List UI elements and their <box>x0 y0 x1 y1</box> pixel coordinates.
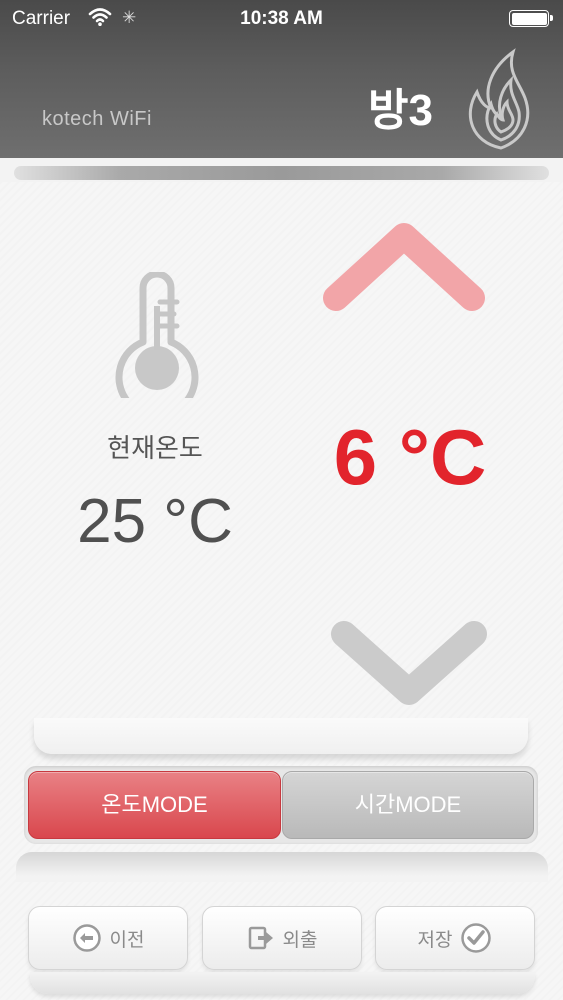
section-divider <box>16 852 548 882</box>
room-title: 방3 <box>368 86 433 135</box>
away-button[interactable]: 외출 <box>202 906 362 970</box>
chevron-down-icon[interactable] <box>328 612 490 712</box>
current-temp-value: 25 °C <box>77 487 233 556</box>
current-temp-label: 현재온도 <box>107 433 203 463</box>
thermometer-icon <box>115 272 199 398</box>
check-icon <box>461 923 492 953</box>
save-button[interactable]: 저장 <box>375 906 535 970</box>
save-button-label: 저장 <box>417 929 453 951</box>
prev-button-label: 이전 <box>109 929 145 951</box>
header-shadow <box>14 166 549 180</box>
section-divider <box>34 718 528 754</box>
flame-icon <box>468 48 530 150</box>
prev-button[interactable]: 이전 <box>28 906 188 970</box>
chevron-up-icon[interactable] <box>318 214 490 322</box>
away-button-label: 외출 <box>282 929 318 951</box>
bottom-bar-edge <box>30 972 535 994</box>
status-bar: Carrier ✳ 10:38 AM <box>0 0 563 38</box>
exit-icon <box>248 926 273 950</box>
time-mode-button[interactable]: 시간MODE <box>282 771 534 839</box>
status-time: 10:38 AM <box>240 8 323 29</box>
setpoint-value: 6 °C <box>333 413 487 501</box>
temp-mode-button[interactable]: 온도MODE <box>28 771 281 839</box>
back-arrow-icon <box>72 924 101 952</box>
battery-icon <box>509 10 553 27</box>
brand-label: kotech WiFi <box>42 108 152 130</box>
